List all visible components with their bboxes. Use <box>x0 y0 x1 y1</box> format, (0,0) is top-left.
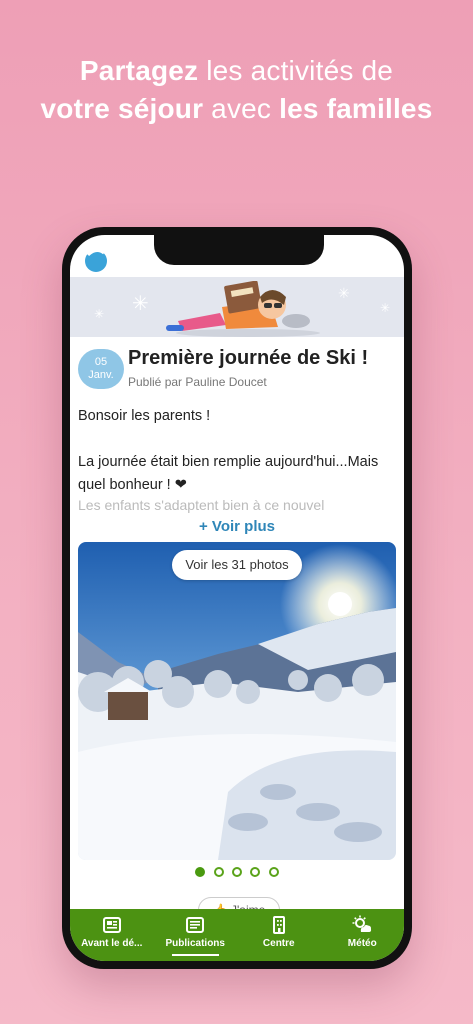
date-day: 05 <box>94 356 108 368</box>
tab-label: Avant le dé... <box>81 938 143 949</box>
post-title: Première journée de Ski ! <box>128 347 369 369</box>
reading-character-illustration <box>166 281 320 337</box>
pagination-dot[interactable] <box>213 867 224 877</box>
headline-bold-2: votre séjour <box>40 93 204 124</box>
headline-text-2: avec <box>203 93 280 124</box>
tab-publications[interactable]: Publications <box>154 909 238 961</box>
see-more-link[interactable]: + Voir plus <box>70 518 404 535</box>
post-photo[interactable]: Voir les 31 photos <box>78 542 396 860</box>
photo-pagination-dots <box>70 864 404 882</box>
date-badge: 05 Janv. <box>78 349 124 389</box>
phone-screen: ✳ ✳ ✳ ✳ 05 Janv. Première journée de Ski… <box>70 235 404 961</box>
tab-label: Météo <box>347 938 377 949</box>
headline-text-1: les activités de <box>198 55 394 86</box>
post-author: Publié par Pauline Doucet <box>128 375 267 389</box>
tab-meteo[interactable]: Météo <box>321 909 405 961</box>
weather-icon <box>352 915 372 932</box>
snowflake-icon: ✳ <box>338 285 350 301</box>
see-photos-button[interactable]: Voir les 31 photos <box>172 550 302 580</box>
date-month: Janv. <box>88 369 114 381</box>
bottom-tab-bar: Avant le dé... Publications Centre Météo <box>70 909 404 961</box>
building-icon <box>272 916 285 934</box>
headline: Partagez les activités de votre séjour a… <box>0 52 473 128</box>
post-header: 05 Janv. Première journée de Ski ! Publi… <box>78 347 398 397</box>
snow-landscape-image <box>78 542 396 860</box>
snowflake-icon: ✳ <box>94 307 105 321</box>
headline-line-1: Partagez les activités de <box>0 52 473 90</box>
post-banner: ✳ ✳ ✳ ✳ <box>70 277 404 337</box>
post-body-line <box>78 428 396 451</box>
post-body: Bonsoir les parents ! La journée était b… <box>78 405 396 513</box>
publications-icon <box>186 917 205 933</box>
phone-frame: ✳ ✳ ✳ ✳ 05 Janv. Première journée de Ski… <box>62 227 412 969</box>
snowflake-icon: ✳ <box>380 301 391 315</box>
headline-bold-1: Partagez <box>79 55 199 86</box>
post-body-text: La journée était bien remplie aujourd'hu… <box>78 454 379 493</box>
post-body-line: Bonsoir les parents ! <box>78 408 211 424</box>
headline-line-2: votre séjour avec les familles <box>0 90 473 128</box>
tab-centre[interactable]: Centre <box>237 909 321 961</box>
tab-label: Centre <box>262 938 295 949</box>
post-body-faded-line: Les enfants s'adaptent bien à ce nouvel <box>78 497 325 513</box>
tab-avant-le-depart[interactable]: Avant le dé... <box>70 909 154 961</box>
snowflake-icon: ✳ <box>132 293 149 315</box>
tab-label: Publications <box>165 938 225 949</box>
pagination-dot[interactable] <box>195 867 206 877</box>
pagination-dot[interactable] <box>268 867 279 877</box>
app-logo-icon[interactable] <box>82 245 110 273</box>
post-body-line: La journée était bien remplie aujourd'hu… <box>78 451 396 497</box>
pagination-dot[interactable] <box>250 867 261 877</box>
pagination-dot[interactable] <box>232 867 242 877</box>
phone-notch <box>154 235 324 265</box>
newspaper-icon <box>102 917 121 933</box>
headline-bold-3: les familles <box>279 93 433 124</box>
